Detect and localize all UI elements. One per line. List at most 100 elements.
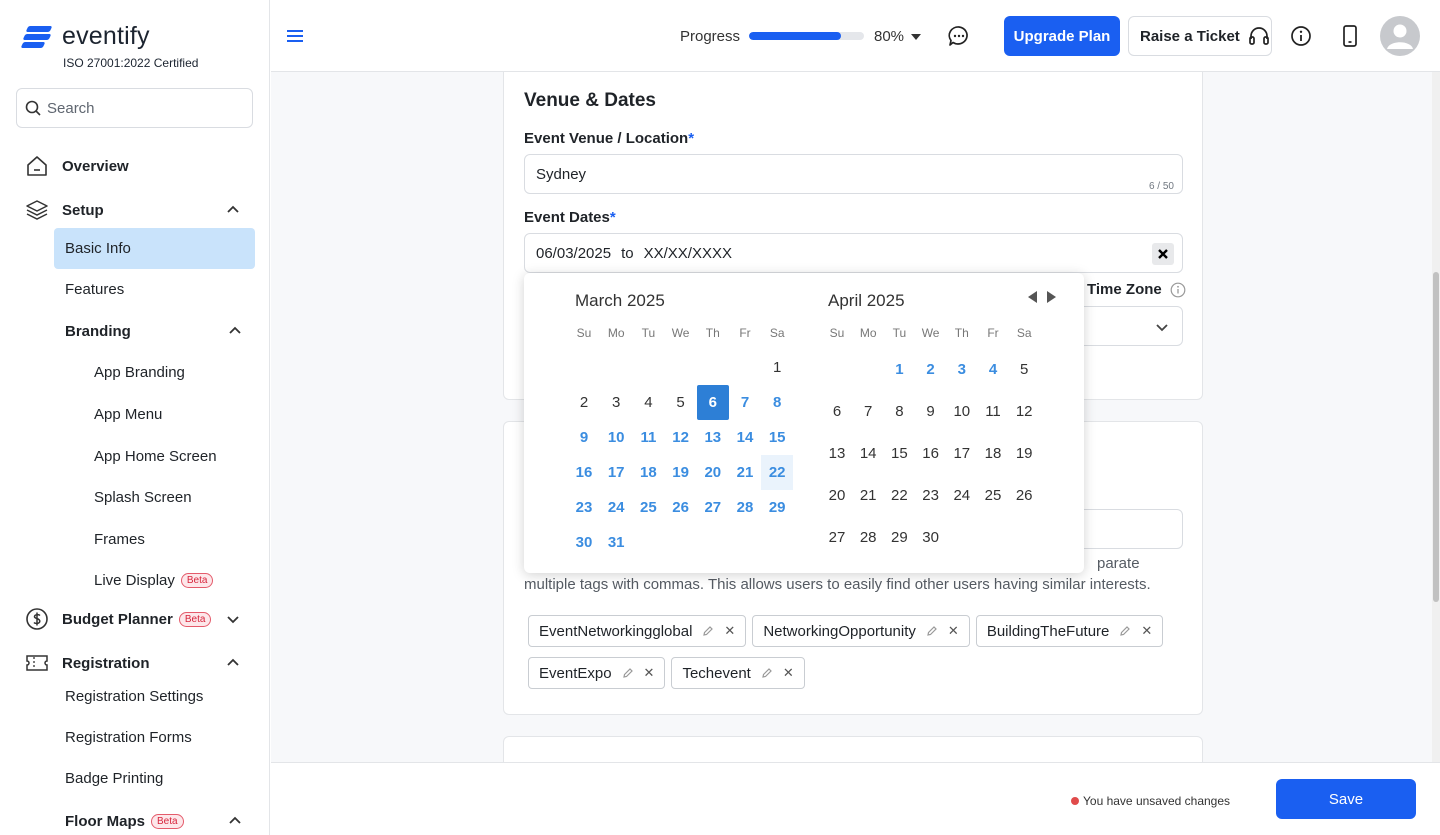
april-day-3[interactable]: 3 xyxy=(946,352,978,387)
edit-pencil-icon[interactable] xyxy=(1119,625,1131,637)
april-day-19[interactable]: 19 xyxy=(1008,436,1040,471)
chat-icon[interactable] xyxy=(948,25,970,47)
edit-pencil-icon[interactable] xyxy=(622,667,634,679)
april-day-25[interactable]: 25 xyxy=(977,478,1009,513)
march-day-15[interactable]: 15 xyxy=(761,420,793,455)
nav-live-display[interactable]: Live Display Beta xyxy=(94,572,214,589)
march-day-22[interactable]: 22 xyxy=(761,455,794,490)
nav-registration-forms[interactable]: Registration Forms xyxy=(65,729,192,746)
edit-pencil-icon[interactable] xyxy=(761,667,773,679)
nav-basic-info[interactable]: Basic Info xyxy=(65,240,131,257)
chevron-up-icon[interactable] xyxy=(224,654,242,672)
april-day-9[interactable]: 9 xyxy=(915,394,947,429)
clear-dates-button[interactable] xyxy=(1152,243,1174,265)
nav-floor-maps[interactable]: Floor Maps Beta xyxy=(65,813,184,830)
march-day-18[interactable]: 18 xyxy=(632,455,664,490)
april-day-18[interactable]: 18 xyxy=(977,436,1009,471)
info-icon[interactable] xyxy=(1290,25,1312,47)
march-day-23[interactable]: 23 xyxy=(568,490,600,525)
nav-frames[interactable]: Frames xyxy=(94,531,145,548)
march-day-31[interactable]: 31 xyxy=(600,525,632,560)
search-box[interactable] xyxy=(16,88,253,128)
next-month-icon[interactable] xyxy=(1047,291,1056,303)
save-button[interactable]: Save xyxy=(1276,779,1416,819)
previous-month-icon[interactable] xyxy=(1028,291,1037,303)
nav-app-menu[interactable]: App Menu xyxy=(94,406,162,423)
raise-ticket-button[interactable]: Raise a Ticket xyxy=(1128,16,1272,56)
march-day-1[interactable]: 1 xyxy=(761,350,793,385)
march-day-30[interactable]: 30 xyxy=(568,525,600,560)
march-day-11[interactable]: 11 xyxy=(632,420,664,455)
nav-features[interactable]: Features xyxy=(65,281,124,298)
april-day-20[interactable]: 20 xyxy=(821,478,853,513)
april-day-23[interactable]: 23 xyxy=(915,478,947,513)
remove-tag-icon[interactable]: ✕ xyxy=(1141,623,1152,639)
april-day-6[interactable]: 6 xyxy=(821,394,853,429)
april-day-21[interactable]: 21 xyxy=(852,478,884,513)
march-day-24[interactable]: 24 xyxy=(600,490,632,525)
march-day-25[interactable]: 25 xyxy=(632,490,664,525)
march-day-4[interactable]: 4 xyxy=(632,385,664,420)
march-day-19[interactable]: 19 xyxy=(665,455,697,490)
nav-splash-screen[interactable]: Splash Screen xyxy=(94,489,192,506)
april-day-29[interactable]: 29 xyxy=(883,520,915,555)
nav-branding[interactable]: Branding xyxy=(65,323,131,340)
info-icon[interactable] xyxy=(1170,282,1186,298)
venue-location-input[interactable]: Sydney 6 / 50 xyxy=(524,154,1183,194)
march-day-16[interactable]: 16 xyxy=(568,455,600,490)
april-day-2[interactable]: 2 xyxy=(915,352,947,387)
march-day-20[interactable]: 20 xyxy=(697,455,729,490)
nav-setup[interactable]: Setup xyxy=(24,197,104,223)
tag-chip[interactable]: NetworkingOpportunity ✕ xyxy=(752,615,970,647)
april-day-7[interactable]: 7 xyxy=(852,394,884,429)
april-day-16[interactable]: 16 xyxy=(915,436,947,471)
nav-overview[interactable]: Overview xyxy=(24,153,129,179)
march-day-28[interactable]: 28 xyxy=(729,490,761,525)
remove-tag-icon[interactable]: ✕ xyxy=(948,623,959,639)
april-day-17[interactable]: 17 xyxy=(946,436,978,471)
scrollbar[interactable] xyxy=(1432,72,1440,762)
march-day-29[interactable]: 29 xyxy=(761,490,793,525)
mobile-preview-icon[interactable] xyxy=(1342,25,1358,47)
april-day-27[interactable]: 27 xyxy=(821,520,853,555)
edit-pencil-icon[interactable] xyxy=(926,625,938,637)
chevron-up-icon[interactable] xyxy=(226,812,244,830)
march-day-10[interactable]: 10 xyxy=(600,420,632,455)
march-day-21[interactable]: 21 xyxy=(729,455,761,490)
march-day-13[interactable]: 13 xyxy=(697,420,729,455)
upgrade-plan-button[interactable]: Upgrade Plan xyxy=(1004,16,1120,56)
brand-logo[interactable]: eventify xyxy=(20,22,150,51)
march-day-12[interactable]: 12 xyxy=(665,420,697,455)
march-day-17[interactable]: 17 xyxy=(600,455,632,490)
april-day-8[interactable]: 8 xyxy=(883,394,915,429)
chevron-down-icon[interactable] xyxy=(224,610,242,628)
tag-chip[interactable]: Techevent ✕ xyxy=(671,657,805,689)
april-day-12[interactable]: 12 xyxy=(1008,394,1040,429)
remove-tag-icon[interactable]: ✕ xyxy=(783,665,794,681)
search-input[interactable] xyxy=(47,99,237,117)
march-day-3[interactable]: 3 xyxy=(600,385,632,420)
nav-registration-settings[interactable]: Registration Settings xyxy=(65,688,203,705)
nav-app-home-screen[interactable]: App Home Screen xyxy=(94,448,217,465)
march-day-5[interactable]: 5 xyxy=(665,385,697,420)
april-day-10[interactable]: 10 xyxy=(946,394,978,429)
edit-pencil-icon[interactable] xyxy=(702,625,714,637)
progress-dropdown-caret-icon[interactable] xyxy=(911,34,921,40)
april-day-13[interactable]: 13 xyxy=(821,436,853,471)
event-dates-input[interactable]: 06/03/2025 to XX/XX/XXXX xyxy=(524,233,1183,273)
tag-chip[interactable]: BuildingTheFuture ✕ xyxy=(975,615,1164,647)
nav-registration[interactable]: Registration xyxy=(24,650,150,676)
remove-tag-icon[interactable]: ✕ xyxy=(724,623,735,639)
tag-chip[interactable]: EventNetworkingglobal ✕ xyxy=(528,615,747,647)
april-day-26[interactable]: 26 xyxy=(1008,478,1040,513)
april-day-14[interactable]: 14 xyxy=(852,436,884,471)
nav-app-branding[interactable]: App Branding xyxy=(94,364,185,381)
remove-tag-icon[interactable]: ✕ xyxy=(644,665,655,681)
march-day-8[interactable]: 8 xyxy=(761,385,793,420)
april-day-15[interactable]: 15 xyxy=(883,436,915,471)
april-day-22[interactable]: 22 xyxy=(883,478,915,513)
april-day-11[interactable]: 11 xyxy=(977,394,1009,429)
april-day-5[interactable]: 5 xyxy=(1008,352,1040,387)
march-day-9[interactable]: 9 xyxy=(568,420,600,455)
nav-badge-printing[interactable]: Badge Printing xyxy=(65,770,163,787)
